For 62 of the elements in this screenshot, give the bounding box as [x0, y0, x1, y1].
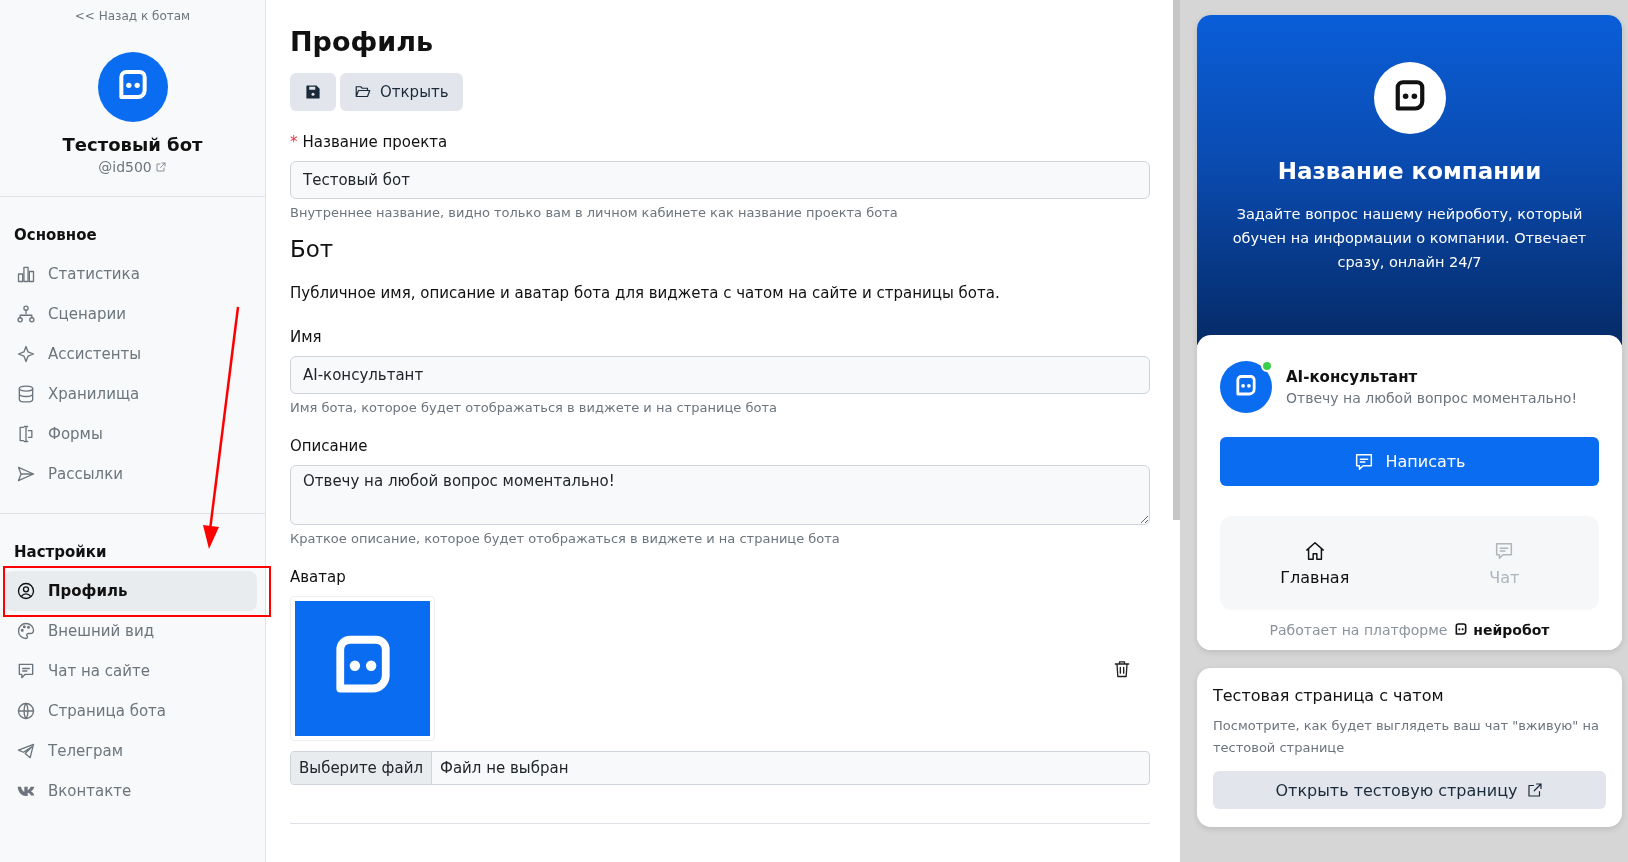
user-circle-icon [16, 581, 36, 601]
database-icon [16, 384, 36, 404]
save-button[interactable] [290, 73, 336, 111]
brand-link[interactable]: нейробот [1453, 622, 1550, 638]
paper-plane-icon [16, 741, 36, 761]
bot-handle-link[interactable]: @id500 [98, 159, 152, 175]
field-label: Имя [290, 328, 322, 346]
section-heading: Бот [290, 236, 335, 262]
sidebar-item[interactable]: Вконтакте [4, 771, 257, 811]
section-description: Публичное имя, описание и аватар бота для виджета с чатом на сайте и страницы бота. [290, 284, 1001, 302]
sidebar-item[interactable]: Сценарии [4, 294, 257, 334]
trash-icon [1112, 658, 1132, 679]
sidebar-item[interactable]: Профиль [4, 571, 257, 611]
sidebar-item[interactable]: Ассистенты [4, 334, 257, 374]
section-title: Настройки [14, 543, 108, 561]
bot-name: AI-консультант [1286, 368, 1419, 386]
company-name: Название компании [1277, 158, 1542, 184]
back-link[interactable]: << Назад к ботам [74, 9, 191, 23]
sidebar-item[interactable]: Рассылки [4, 454, 257, 494]
sparkle-icon [16, 344, 36, 364]
powered-by-text: Работает на платформе [1269, 622, 1448, 638]
field-label: Описание [290, 437, 368, 455]
globe-icon [16, 701, 36, 721]
file-status: Файл не выбран [439, 759, 569, 777]
sidebar-item[interactable]: Страница бота [4, 691, 257, 731]
field-label: Аватар [290, 568, 346, 586]
sidebar-item[interactable]: Формы [4, 414, 257, 454]
bot-name-field[interactable]: AI-консультант [290, 356, 1150, 394]
bot-status: Отвечу на любой вопрос моментально! [1286, 390, 1577, 406]
help-text: Имя бота, которое будет отображаться в виджете и на странице бота [290, 400, 778, 415]
file-input[interactable]: Выберите файл Файл не выбран [290, 751, 1150, 785]
node-graph-icon [16, 304, 36, 324]
chat-icon [16, 661, 36, 681]
sidebar-item[interactable]: Статистика [4, 254, 257, 294]
scrollbar[interactable] [1173, 0, 1180, 520]
sidebar-item[interactable]: Чат на сайте [4, 651, 257, 691]
sidebar-item[interactable]: Телеграм [4, 731, 257, 771]
choose-file-button[interactable]: Выберите файл [291, 752, 432, 784]
field-label: Название проекта [302, 133, 448, 151]
write-button[interactable]: Написать [1220, 437, 1599, 486]
bar-chart-icon [16, 264, 36, 284]
required-mark: * [290, 133, 298, 151]
open-test-page-button[interactable]: Открыть тестовую страницу [1213, 771, 1606, 809]
help-text: Внутреннее название, видно только вам в личном кабинете как название проекта бота [290, 205, 899, 220]
section-title: Основное [14, 226, 98, 244]
bot-name: Тестовый бот [62, 134, 203, 155]
help-text: Краткое описание, которое будет отображаться в виджете и на странице бота [290, 531, 841, 546]
project-name-field[interactable]: Тестовый бот [290, 161, 1150, 199]
page-title: Профиль [290, 26, 435, 57]
card-text: Посмотрите, как будет выглядеть ваш чат "вживую" на тестовой странице [1213, 717, 1600, 757]
sidebar-item[interactable]: Внешний вид [4, 611, 257, 651]
home-icon [1303, 539, 1326, 562]
nav-tab[interactable]: Главная [1220, 516, 1410, 610]
palette-icon [16, 621, 36, 641]
sidebar-item[interactable]: Хранилища [4, 374, 257, 414]
send-icon [16, 464, 36, 484]
external-link-icon [154, 161, 167, 173]
company-text: Задайте вопрос нашему нейроботу, который обучен на информации о компании. Отвечает сразу, онлайн 24/7 [1231, 205, 1588, 272]
description-field[interactable]: Отвечу на любой вопрос моментально! [290, 465, 1150, 525]
external-link-icon [1525, 781, 1544, 799]
card-title: Тестовая страница с чатом [1213, 686, 1445, 705]
open-button[interactable]: Открыть [340, 73, 463, 111]
